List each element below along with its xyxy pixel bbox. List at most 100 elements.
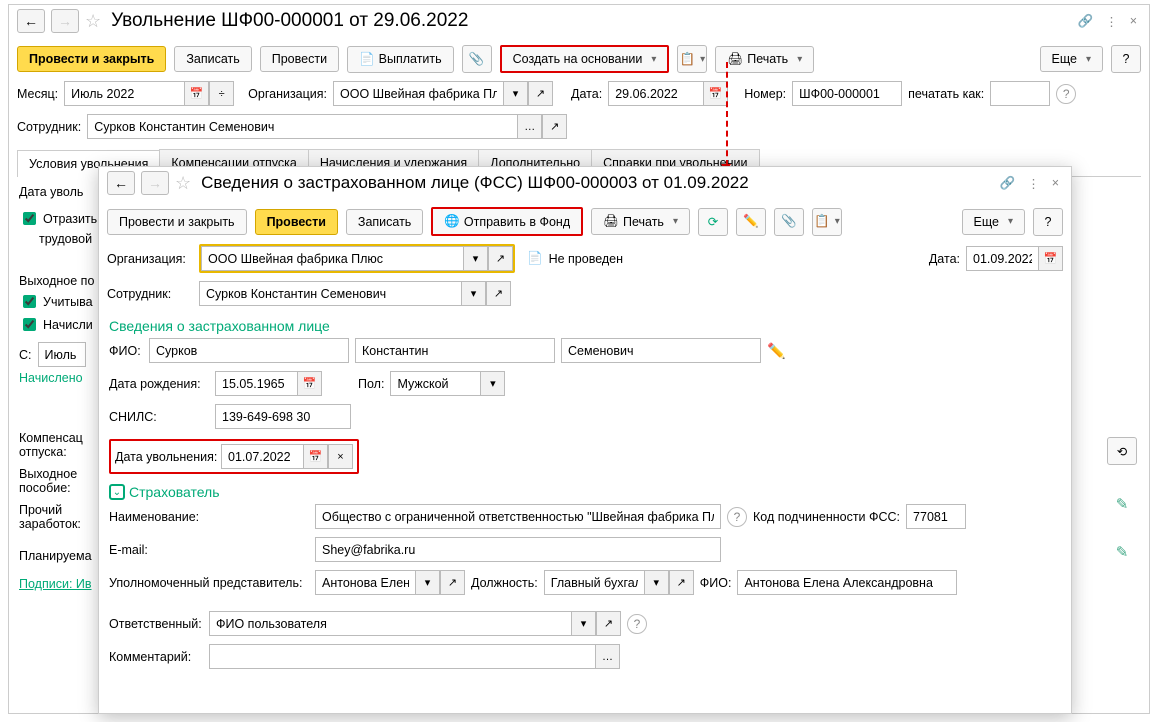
patronymic-input[interactable] — [561, 338, 761, 363]
nav-back-button[interactable]: ← — [17, 9, 45, 33]
upred-input[interactable] — [315, 570, 415, 595]
org-input[interactable] — [333, 81, 503, 106]
close-icon[interactable]: × — [1052, 176, 1059, 190]
reload-button[interactable]: ⟳ — [698, 208, 728, 236]
naim-input[interactable] — [315, 504, 721, 529]
kod-input[interactable] — [906, 504, 966, 529]
dob-input[interactable] — [215, 371, 297, 396]
choose-icon[interactable]: … — [595, 644, 620, 669]
calendar-icon[interactable]: 📅 — [703, 81, 728, 106]
link-icon[interactable]: 🔗 — [1000, 176, 1016, 191]
calendar-icon[interactable]: 📅 — [1038, 246, 1063, 271]
stepper-icon[interactable]: ÷ — [209, 81, 234, 106]
fio2-label: ФИО: — [700, 576, 732, 590]
nav-back-button[interactable]: ← — [107, 171, 135, 195]
resp-input[interactable] — [209, 611, 571, 636]
save-button[interactable]: Записать — [174, 46, 251, 72]
emp-input[interactable] — [87, 114, 517, 139]
edit-icon[interactable]: ✏️ — [767, 342, 786, 360]
edit-icon[interactable]: ✎ — [1116, 543, 1129, 561]
date-input[interactable] — [608, 81, 703, 106]
dismiss-date-input[interactable] — [221, 444, 303, 469]
emp-label: Сотрудник: — [107, 287, 193, 301]
clear-icon[interactable]: × — [328, 444, 353, 469]
templates-button[interactable]: 📋 — [812, 208, 842, 236]
print-button[interactable]: 🖨Печать — [715, 46, 814, 73]
help-icon[interactable]: ? — [627, 614, 647, 634]
help-icon[interactable]: ? — [727, 507, 747, 527]
star-icon[interactable]: ☆ — [175, 173, 191, 194]
more-button[interactable]: Еще — [1040, 46, 1103, 72]
email-input[interactable] — [315, 537, 721, 562]
pay-button[interactable]: 📄Выплатить — [347, 46, 454, 73]
dropdown-icon[interactable]: ▾ — [571, 611, 596, 636]
date-input[interactable] — [966, 246, 1038, 271]
dropdown-icon[interactable]: ▾ — [503, 81, 528, 106]
snils-input[interactable] — [215, 404, 351, 429]
help-icon[interactable]: ? — [1056, 84, 1076, 104]
post-button[interactable]: Провести — [260, 46, 339, 72]
wand-button[interactable]: ✏️ — [736, 208, 766, 236]
dolzh-input[interactable] — [544, 570, 644, 595]
send-to-fund-button[interactable]: 🌐Отправить в Фонд — [431, 207, 583, 236]
create-based-button[interactable]: Создать на основании — [500, 45, 670, 73]
refresh-button[interactable]: ⟲ — [1107, 437, 1137, 465]
accrued-link[interactable]: Начислено — [19, 371, 83, 385]
name-input[interactable] — [355, 338, 555, 363]
attach-button[interactable]: 📎 — [462, 45, 492, 73]
save-button[interactable]: Записать — [346, 209, 423, 235]
dropdown-icon[interactable]: ▾ — [463, 246, 488, 271]
print-button[interactable]: 🖨Печать — [591, 208, 690, 235]
more-button[interactable]: Еще — [962, 209, 1025, 235]
insured-info-window: ← → ☆ Сведения о застрахованном лице (ФС… — [98, 166, 1072, 714]
menu-icon[interactable]: ⋮ — [1105, 14, 1118, 29]
edit-icon[interactable]: ✎ — [1116, 495, 1129, 513]
calendar-icon[interactable]: 📅 — [184, 81, 209, 106]
dropdown-icon[interactable]: ▾ — [415, 570, 440, 595]
dropdown-icon[interactable]: ▾ — [644, 570, 669, 595]
org-input[interactable] — [201, 246, 463, 271]
post-close-button[interactable]: Провести и закрыть — [17, 46, 166, 72]
choose-icon[interactable]: … — [517, 114, 542, 139]
consider-checkbox[interactable] — [23, 295, 36, 308]
star-icon[interactable]: ☆ — [85, 11, 101, 32]
dropdown-icon[interactable]: ▾ — [480, 371, 505, 396]
signatures-link[interactable]: Подписи: Ив — [19, 577, 92, 591]
reflect-checkbox[interactable] — [23, 212, 36, 225]
close-icon[interactable]: × — [1130, 14, 1137, 28]
post-button[interactable]: Провести — [255, 209, 338, 235]
help-button[interactable]: ? — [1111, 45, 1141, 73]
num-input[interactable] — [792, 81, 902, 106]
link-icon[interactable]: 🔗 — [1078, 14, 1094, 29]
open-icon[interactable]: ↗ — [528, 81, 553, 106]
collapse-icon[interactable]: ⌄ — [109, 484, 125, 500]
open-icon[interactable]: ↗ — [488, 246, 513, 271]
post-close-button[interactable]: Провести и закрыть — [107, 209, 247, 235]
accrue-checkbox[interactable] — [23, 318, 36, 331]
help-button[interactable]: ? — [1033, 208, 1063, 236]
emp-input[interactable] — [199, 281, 461, 306]
nav-fwd-button[interactable]: → — [51, 9, 79, 33]
open-icon[interactable]: ↗ — [596, 611, 621, 636]
comment-input[interactable] — [209, 644, 595, 669]
calendar-icon[interactable]: 📅 — [297, 371, 322, 396]
dropdown-icon[interactable]: ▾ — [461, 281, 486, 306]
calendar-icon[interactable]: 📅 — [303, 444, 328, 469]
surname-input[interactable] — [149, 338, 349, 363]
open-icon[interactable]: ↗ — [669, 570, 694, 595]
open-icon[interactable]: ↗ — [542, 114, 567, 139]
templates-button[interactable]: 📋 — [677, 45, 707, 73]
not-posted-label: Не проведен — [549, 252, 623, 266]
open-icon[interactable]: ↗ — [486, 281, 511, 306]
fio2-input[interactable] — [737, 570, 957, 595]
attach-button[interactable]: 📎 — [774, 208, 804, 236]
fio-label: ФИО: — [109, 344, 143, 358]
hint-arrow — [726, 62, 728, 166]
printas-input[interactable] — [990, 81, 1050, 106]
nav-fwd-button[interactable]: → — [141, 171, 169, 195]
open-icon[interactable]: ↗ — [440, 570, 465, 595]
period-from-input[interactable] — [38, 342, 86, 367]
sex-input[interactable] — [390, 371, 480, 396]
menu-icon[interactable]: ⋮ — [1027, 176, 1040, 191]
month-input[interactable] — [64, 81, 184, 106]
